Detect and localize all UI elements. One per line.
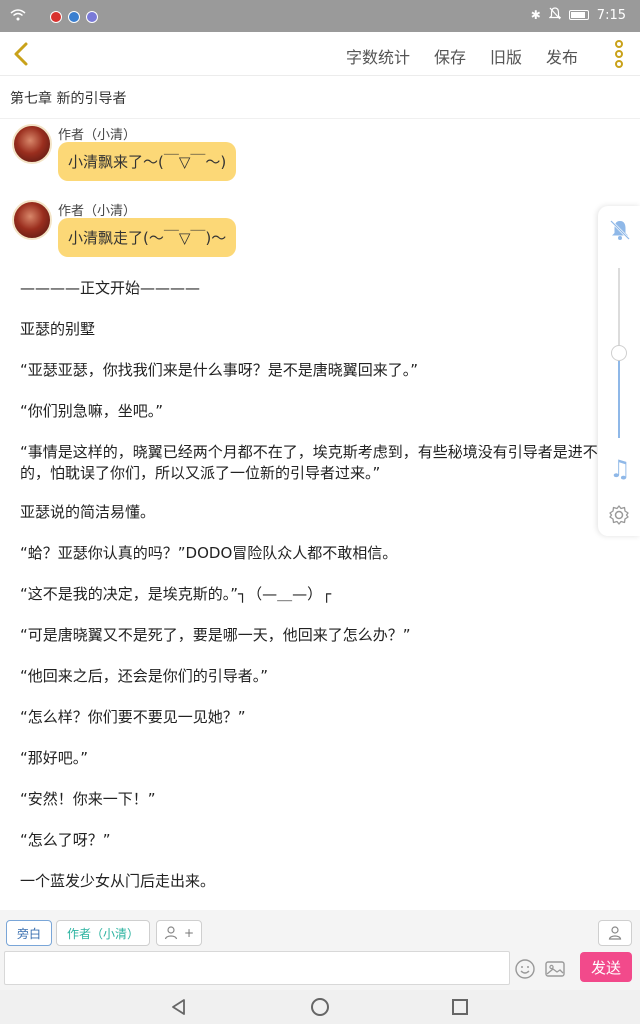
save-button[interactable]: 保存 <box>422 44 478 68</box>
status-left <box>10 9 98 24</box>
nav-back-icon[interactable] <box>170 998 188 1020</box>
system-nav-bar <box>0 990 640 1024</box>
app-notification-icon <box>68 10 80 23</box>
role-bar: 旁白 作者（小清） + <box>0 910 640 950</box>
divider <box>0 118 640 119</box>
add-role-button[interactable]: + <box>156 920 202 946</box>
user-icon <box>608 926 622 940</box>
volume-slider-handle[interactable] <box>611 345 627 361</box>
gear-icon[interactable] <box>608 504 630 526</box>
chapter-title: 第七章 新的引导者 <box>10 91 127 107</box>
story-paragraph: “亚瑟亚瑟，你找我们来是什么事呀？是不是唐晓翼回来了。” <box>20 361 419 379</box>
editor-toolbar: 字数统计 保存 旧版 发布 <box>0 32 640 76</box>
chevron-left-icon <box>14 42 28 66</box>
wifi-icon <box>10 9 26 24</box>
old-version-button[interactable]: 旧版 <box>478 44 534 68</box>
story-paragraph: “怎么了呀？” <box>20 831 111 849</box>
user-profile-button[interactable] <box>598 920 632 946</box>
story-paragraph: “那好吧。” <box>20 749 89 767</box>
role-author-button[interactable]: 作者（小清） <box>56 920 150 946</box>
story-paragraph: “这不是我的决定，是埃克斯的。”┐（—＿—）┌ <box>20 585 332 603</box>
emoji-icon[interactable] <box>514 958 536 980</box>
status-bar: ✱ 7:15 <box>0 0 640 32</box>
message-author: 作者（小清） <box>58 204 137 219</box>
story-content[interactable]: ————正文开始———— 亚瑟的别墅 “亚瑟亚瑟，你找我们来是什么事呀？是不是唐… <box>20 278 620 912</box>
story-paragraph: “可是唐晓翼又不是死了，要是哪一天，他回来了怎么办？” <box>20 626 411 644</box>
story-paragraph: 一个蓝发少女从门后走出来。 <box>20 872 216 890</box>
message-author: 作者（小清） <box>58 128 137 143</box>
music-note-icon[interactable]: ♫ <box>607 456 633 482</box>
avatar[interactable] <box>12 200 52 240</box>
app-notification-icon <box>86 10 98 23</box>
image-icon[interactable] <box>544 958 566 980</box>
story-paragraph: 亚瑟说的简洁易懂。 <box>20 503 156 521</box>
nav-home-icon[interactable] <box>311 998 329 1016</box>
publish-button[interactable]: 发布 <box>534 44 590 68</box>
back-button[interactable] <box>8 38 36 70</box>
word-count-button[interactable]: 字数统计 <box>334 44 422 68</box>
send-button[interactable]: 发送 <box>580 952 632 982</box>
message-input[interactable] <box>4 951 510 985</box>
app-notification-icon <box>50 10 62 23</box>
story-paragraph: “你们别急嘛，坐吧。” <box>20 402 164 420</box>
role-aside-button[interactable]: 旁白 <box>6 920 52 946</box>
story-paragraph: 亚瑟的别墅 <box>20 320 96 338</box>
add-role-plus: + <box>183 926 195 940</box>
story-paragraph: “他回来之后，还会是你们的引导者。” <box>20 667 269 685</box>
side-tool-panel: ♫ <box>598 206 640 536</box>
story-paragraph: “安然！你来一下！” <box>20 790 156 808</box>
input-bar: 发送 <box>0 950 640 990</box>
volume-slider-fill <box>618 354 620 438</box>
message-bubble[interactable]: 小清飘走了(～￣▽￣)～ <box>58 218 237 257</box>
story-paragraph: “事情是这样的，晓翼已经两个月都不在了，埃克斯考虑到，有些秘境没有引导者是进不去… <box>20 443 613 482</box>
battery-icon <box>568 10 589 20</box>
avatar[interactable] <box>12 124 52 164</box>
story-paragraph: ————正文开始———— <box>20 279 201 297</box>
story-paragraph: “蛤？亚瑟你认真的吗？”DODO冒险队众人都不敢相信。 <box>20 544 398 562</box>
toolbar-actions: 字数统计 保存 旧版 发布 <box>334 44 590 68</box>
nav-recent-apps-icon[interactable] <box>452 999 468 1015</box>
story-paragraph: “怎么样？你们要不要见一见她？” <box>20 708 246 726</box>
status-right: ✱ 7:15 <box>531 7 626 23</box>
more-options-icon[interactable] <box>612 40 626 68</box>
mute-notifications-icon[interactable] <box>608 218 632 242</box>
mute-bell-icon <box>548 7 562 23</box>
message-bubble[interactable]: 小清飘来了～(￣▽￣～) <box>58 142 237 181</box>
person-icon <box>164 926 178 940</box>
bluetooth-icon: ✱ <box>530 8 541 22</box>
status-time: 7:15 <box>596 7 626 23</box>
